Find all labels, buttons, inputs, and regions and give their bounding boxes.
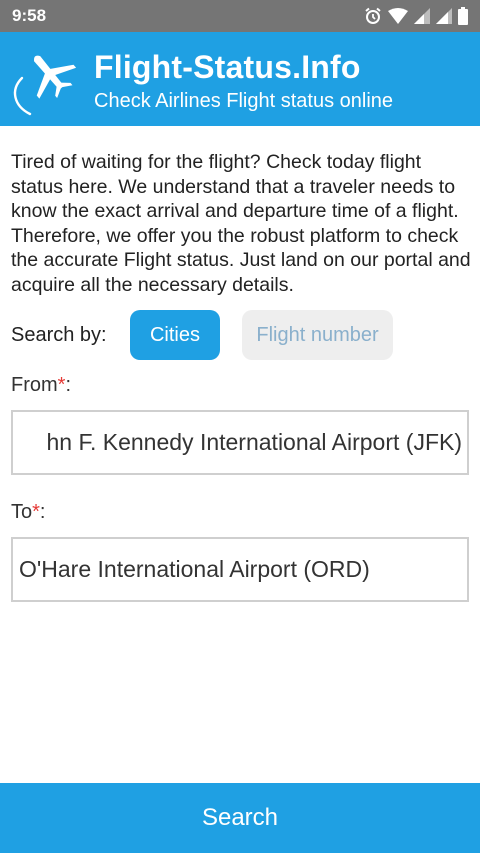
app-header: Flight-Status.Info Check Airlines Flight…: [0, 32, 480, 126]
from-label-text: From: [11, 374, 58, 396]
to-label: To*:: [11, 501, 45, 524]
search-by-label: Search by:: [11, 323, 107, 346]
label-colon: :: [39, 501, 46, 523]
alarm-icon: [365, 7, 381, 24]
app-subtitle: Check Airlines Flight status online: [94, 90, 394, 112]
to-airport-value: O'Hare International Airport (ORD): [19, 556, 370, 582]
status-icons: [364, 7, 468, 25]
header-text: Flight-Status.Info Check Airlines Flight…: [94, 48, 393, 114]
intro-text: Tired of waiting for the flight? Check t…: [11, 151, 471, 296]
from-label: From*:: [11, 374, 71, 397]
from-airport-value: hn F. Kennedy International Airport (JFK…: [46, 429, 463, 455]
search-button[interactable]: Search: [0, 783, 480, 853]
main-content: Tired of waiting for the flight? Check t…: [11, 150, 471, 298]
search-by-row: Search by: Cities Flight number: [11, 310, 471, 360]
required-mark: *: [32, 501, 40, 523]
label-colon: :: [65, 374, 72, 396]
status-bar: 9:58: [0, 0, 480, 32]
airplane-icon: [13, 55, 77, 116]
cities-toggle-button[interactable]: Cities: [130, 310, 220, 360]
app-title: Flight-Status.Info: [94, 49, 361, 85]
cell-signal-icon: [436, 8, 452, 24]
cell-signal-icon: [414, 8, 430, 24]
flight-number-toggle-button[interactable]: Flight number: [242, 310, 393, 360]
to-label-text: To: [11, 501, 33, 523]
to-airport-input[interactable]: O'Hare International Airport (ORD): [11, 537, 469, 602]
battery-icon: [458, 7, 468, 25]
wifi-icon: [388, 8, 408, 24]
from-airport-input[interactable]: hn F. Kennedy International Airport (JFK…: [11, 410, 469, 475]
status-time: 9:58: [12, 6, 47, 25]
